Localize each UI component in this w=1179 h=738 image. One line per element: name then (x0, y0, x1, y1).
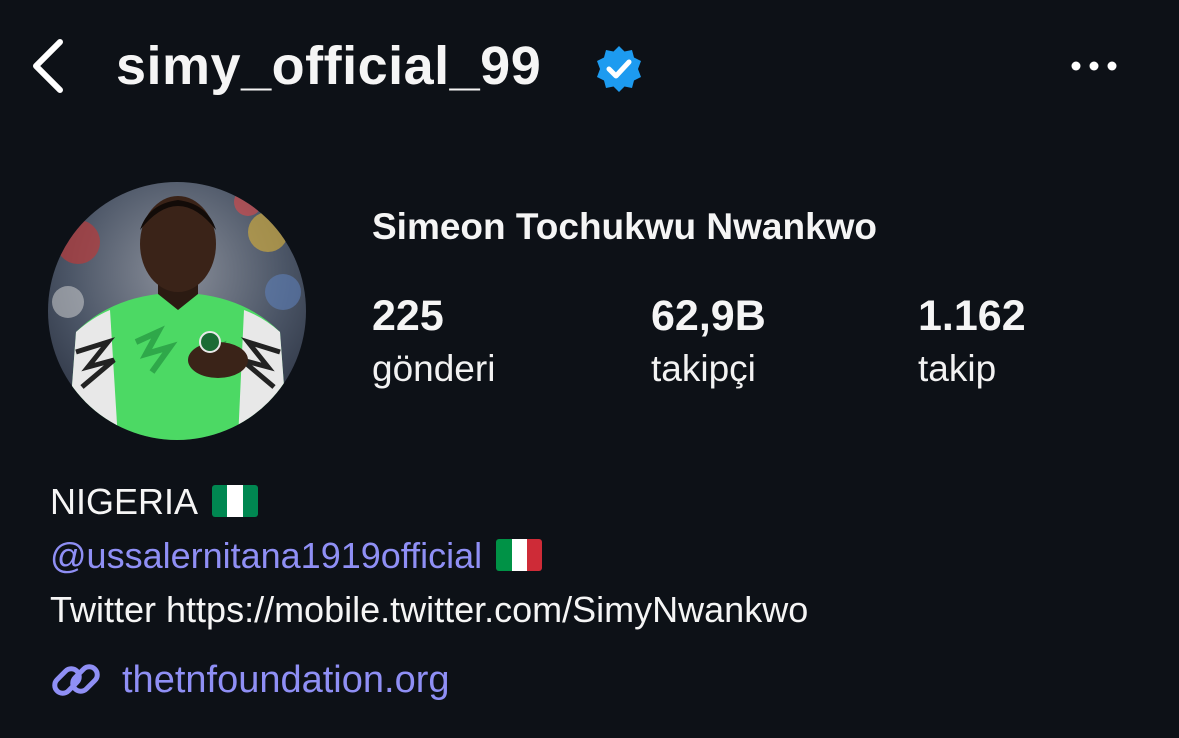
following-label[interactable]: takip (918, 348, 996, 390)
nigeria-flag-icon (212, 485, 259, 518)
following-count[interactable]: 1.162 (918, 292, 1026, 341)
profile-full-name: Simeon Tochukwu Nwankwo (372, 206, 878, 247)
website-link[interactable]: thetnfoundation.org (50, 652, 450, 708)
club-mention-link[interactable]: @ussalernitana1919official (50, 535, 482, 576)
bio-line-club: @ussalernitana1919official (50, 534, 543, 578)
profile-username: simy_official_99 (116, 36, 542, 96)
back-button[interactable] (20, 34, 76, 98)
link-icon (52, 664, 100, 696)
avatar-photo (48, 182, 306, 440)
website-link-text[interactable]: thetnfoundation.org (122, 659, 450, 702)
verified-badge-icon (597, 46, 641, 92)
chevron-left-icon (33, 39, 63, 93)
bio-line-twitter: Twitter https://mobile.twitter.com/SimyN… (50, 589, 809, 630)
bio-line-country: NIGERIA (50, 480, 259, 524)
more-horizontal-icon (1071, 61, 1117, 71)
italy-flag-icon (496, 539, 543, 572)
followers-label[interactable]: takipçi (651, 348, 756, 390)
posts-label[interactable]: gönderi (372, 348, 495, 390)
more-options-button[interactable] (1062, 44, 1126, 88)
posts-count[interactable]: 225 (372, 292, 444, 341)
followers-count[interactable]: 62,9B (651, 292, 766, 341)
bio-country-text: NIGERIA (50, 481, 199, 522)
profile-avatar[interactable] (48, 182, 306, 440)
